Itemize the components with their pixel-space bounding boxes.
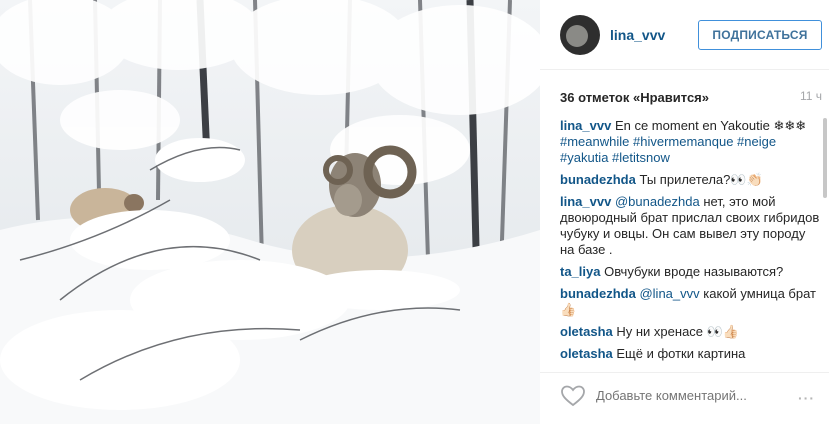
post-footer: ···	[540, 372, 829, 424]
scrollbar-thumb[interactable]	[823, 118, 827, 198]
likes-row: 36 отметок «Нравится» 11 ч	[560, 89, 822, 107]
comment-text: Овчубуки вроде называются?	[604, 264, 784, 279]
comment-item: bunadezhda @lina_vvv какой умница брат👍🏻	[560, 286, 820, 318]
comment-author[interactable]: bunadezhda	[560, 172, 636, 187]
add-comment-input[interactable]	[596, 388, 796, 403]
comment-item: bunadezhda Ты прилетела?👀👏🏻	[560, 172, 820, 188]
comment-item: oletasha Ещё и фотки картина	[560, 346, 820, 362]
comment-author[interactable]: lina_vvv	[560, 118, 611, 133]
comment-mention[interactable]: @bunadezhda	[615, 194, 700, 209]
comment-author[interactable]: bunadezhda	[560, 286, 636, 301]
post-author-username[interactable]: lina_vvv	[610, 27, 665, 43]
snow-forest-image	[0, 0, 540, 424]
comment-text: Ты прилетела?👀👏🏻	[639, 172, 763, 187]
post-header: lina_vvv ПОДПИСАТЬСЯ	[540, 0, 829, 70]
post-time[interactable]: 11 ч	[800, 89, 822, 103]
likes-count[interactable]: 36 отметок «Нравится»	[560, 90, 709, 105]
post-photo[interactable]	[0, 0, 540, 424]
comment-author[interactable]: lina_vvv	[560, 194, 611, 209]
follow-button[interactable]: ПОДПИСАТЬСЯ	[698, 20, 822, 50]
more-options-icon[interactable]: ···	[798, 390, 815, 406]
avatar[interactable]	[560, 15, 600, 55]
comment-item: ta_liya Овчубуки вроде называются?	[560, 264, 820, 280]
comment-author[interactable]: oletasha	[560, 346, 613, 361]
heart-icon[interactable]	[560, 383, 586, 409]
comment-text: Ещё и фотки картина	[616, 346, 746, 361]
comment-item: oletasha Ну ни хренасе 👀👍🏻	[560, 324, 820, 340]
comment-text: Ну ни хренасе 👀👍🏻	[616, 324, 740, 339]
comment-hashtags[interactable]: #meanwhile #hivermemanque #neige #yakuti…	[560, 134, 776, 165]
comment-mention[interactable]: @lina_vvv	[639, 286, 699, 301]
comments-list[interactable]: lina_vvv En ce moment en Yakoutie ❄❄❄ #m…	[560, 118, 820, 364]
comment-caption: lina_vvv En ce moment en Yakoutie ❄❄❄ #m…	[560, 118, 820, 166]
comments-scrollbar[interactable]	[823, 118, 827, 364]
comment-author[interactable]: oletasha	[560, 324, 613, 339]
comment-author[interactable]: ta_liya	[560, 264, 600, 279]
comment-text: En ce moment en Yakoutie ❄❄❄	[614, 118, 807, 133]
post-side-panel: lina_vvv ПОДПИСАТЬСЯ 36 отметок «Нравитс…	[540, 0, 829, 424]
comment-item: lina_vvv @bunadezhda нет, это мой двоюро…	[560, 194, 820, 258]
